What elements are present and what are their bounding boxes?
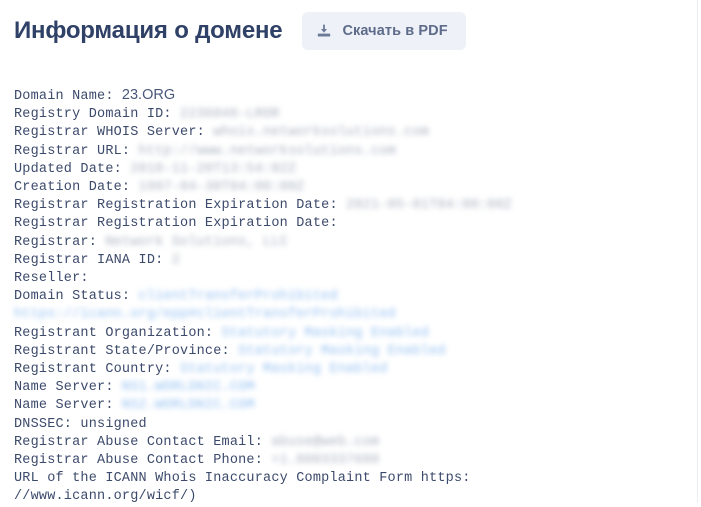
- whois-line: Updated Date: 2018-11-20T13:54:02Z: [14, 161, 701, 179]
- whois-line: Domain Name: 23.ORG: [14, 86, 701, 106]
- whois-line: Reseller:: [14, 270, 701, 288]
- page-header: Информация о домене Скачать в PDF: [14, 12, 466, 50]
- whois-line: Creation Date: 1997-04-30T04:00:00Z: [14, 179, 701, 197]
- whois-line: URL of the ICANN Whois Inaccuracy Compla…: [14, 470, 701, 488]
- whois-line-label: Registrar Abuse Contact Email:: [14, 434, 272, 450]
- download-icon: [317, 24, 331, 38]
- whois-line: Registrar WHOIS Server: whois.networksol…: [14, 124, 701, 142]
- whois-line-label: Registrar:: [14, 234, 106, 250]
- whois-line: Name Server: NS1.WORLDNIC.COM: [14, 379, 701, 397]
- whois-line-value[interactable]: NS2.WORLDNIC.COM: [122, 398, 255, 413]
- download-pdf-button[interactable]: Скачать в PDF: [302, 12, 466, 50]
- whois-line-value: 2021-05-01T04:00:00Z: [346, 198, 513, 214]
- whois-line: Domain Status: clientTransferProhibited …: [14, 288, 701, 324]
- whois-line: Registrar Registration Expiration Date:: [14, 215, 701, 233]
- whois-line-value: 23.ORG: [121, 87, 176, 103]
- whois-line-label: //www.icann.org/wicf/): [14, 489, 197, 505]
- download-pdf-label: Скачать в PDF: [342, 23, 448, 39]
- whois-line-label: Domain Name:: [14, 89, 122, 104]
- whois-line-label: DNSSEC: unsigned: [14, 416, 147, 432]
- whois-line: Registrar Registration Expiration Date: …: [14, 197, 701, 215]
- whois-line: //www.icann.org/wicf/): [14, 488, 701, 506]
- whois-line: Registrant State/Province: Statutory Mas…: [14, 343, 701, 361]
- whois-line-value[interactable]: Statutory Masking Enabled: [180, 362, 388, 377]
- whois-line-label: Updated Date:: [14, 161, 131, 177]
- whois-line-label: Domain Status:: [14, 289, 139, 305]
- whois-line-value: +1.8003337680: [271, 453, 380, 469]
- whois-line-value: 2: [171, 252, 181, 268]
- whois-line-value[interactable]: Statutory Masking Enabled: [238, 344, 446, 359]
- whois-line: Registrant Organization: Statutory Maski…: [14, 325, 701, 343]
- whois-line: Name Server: NS2.WORLDNIC.COM: [14, 397, 701, 415]
- whois-line-value: Network Solutions, LLC: [105, 234, 288, 250]
- whois-line-label: Registrar Registration Expiration Date:: [14, 198, 347, 214]
- whois-line-label: Registrar IANA ID:: [14, 252, 172, 268]
- whois-line-value: 2018-11-20T13:54:02Z: [130, 161, 297, 177]
- whois-line: Registrar: Network Solutions, LLC: [14, 234, 701, 252]
- whois-line-value: 2236046-LROR: [180, 107, 280, 123]
- whois-line-label: Reseller:: [14, 271, 98, 287]
- whois-line: Registrar Abuse Contact Email: abuse@web…: [14, 434, 701, 452]
- whois-line: Registrar Abuse Contact Phone: +1.800333…: [14, 452, 701, 470]
- whois-line: Registrar IANA ID: 2: [14, 252, 701, 270]
- page-title: Информация о домене: [14, 17, 283, 44]
- whois-line: DNSSEC: unsigned: [14, 416, 701, 434]
- whois-line-label: Registrant Organization:: [14, 325, 222, 341]
- whois-line-value: 1997-04-30T04:00:00Z: [138, 180, 305, 196]
- whois-line-value: whois.networksolutions.com: [213, 125, 430, 141]
- whois-line-label: Registry Domain ID:: [14, 107, 181, 123]
- whois-line-label: Registrar URL:: [14, 143, 139, 159]
- whois-line: Registrant Country: Statutory Masking En…: [14, 361, 701, 379]
- whois-line: Registrar URL: http://www.networksolutio…: [14, 143, 701, 161]
- whois-line-label: Registrar Registration Expiration Date:: [14, 216, 347, 232]
- whois-line-label: URL of the ICANN Whois Inaccuracy Compla…: [14, 471, 471, 487]
- whois-line-label: Registrant Country:: [14, 362, 181, 378]
- whois-line-label: Creation Date:: [14, 180, 139, 196]
- whois-line: Registry Domain ID: 2236046-LROR: [14, 106, 701, 124]
- whois-line-label: Name Server:: [14, 380, 122, 396]
- whois-line-value[interactable]: Statutory Masking Enabled: [222, 326, 430, 341]
- whois-line-label: Registrant State/Province:: [14, 343, 239, 359]
- whois-line-label: Registrar WHOIS Server:: [14, 125, 214, 141]
- whois-line-label: Registrar Abuse Contact Phone:: [14, 453, 272, 469]
- whois-record: Domain Name: 23.ORG Registry Domain ID: 2…: [14, 86, 701, 507]
- whois-line-value: abuse@web.com: [271, 434, 380, 450]
- whois-line-value[interactable]: NS1.WORLDNIC.COM: [122, 380, 255, 395]
- whois-line-label: Name Server:: [14, 398, 122, 414]
- whois-line-value: http://www.networksolutions.com: [138, 143, 396, 159]
